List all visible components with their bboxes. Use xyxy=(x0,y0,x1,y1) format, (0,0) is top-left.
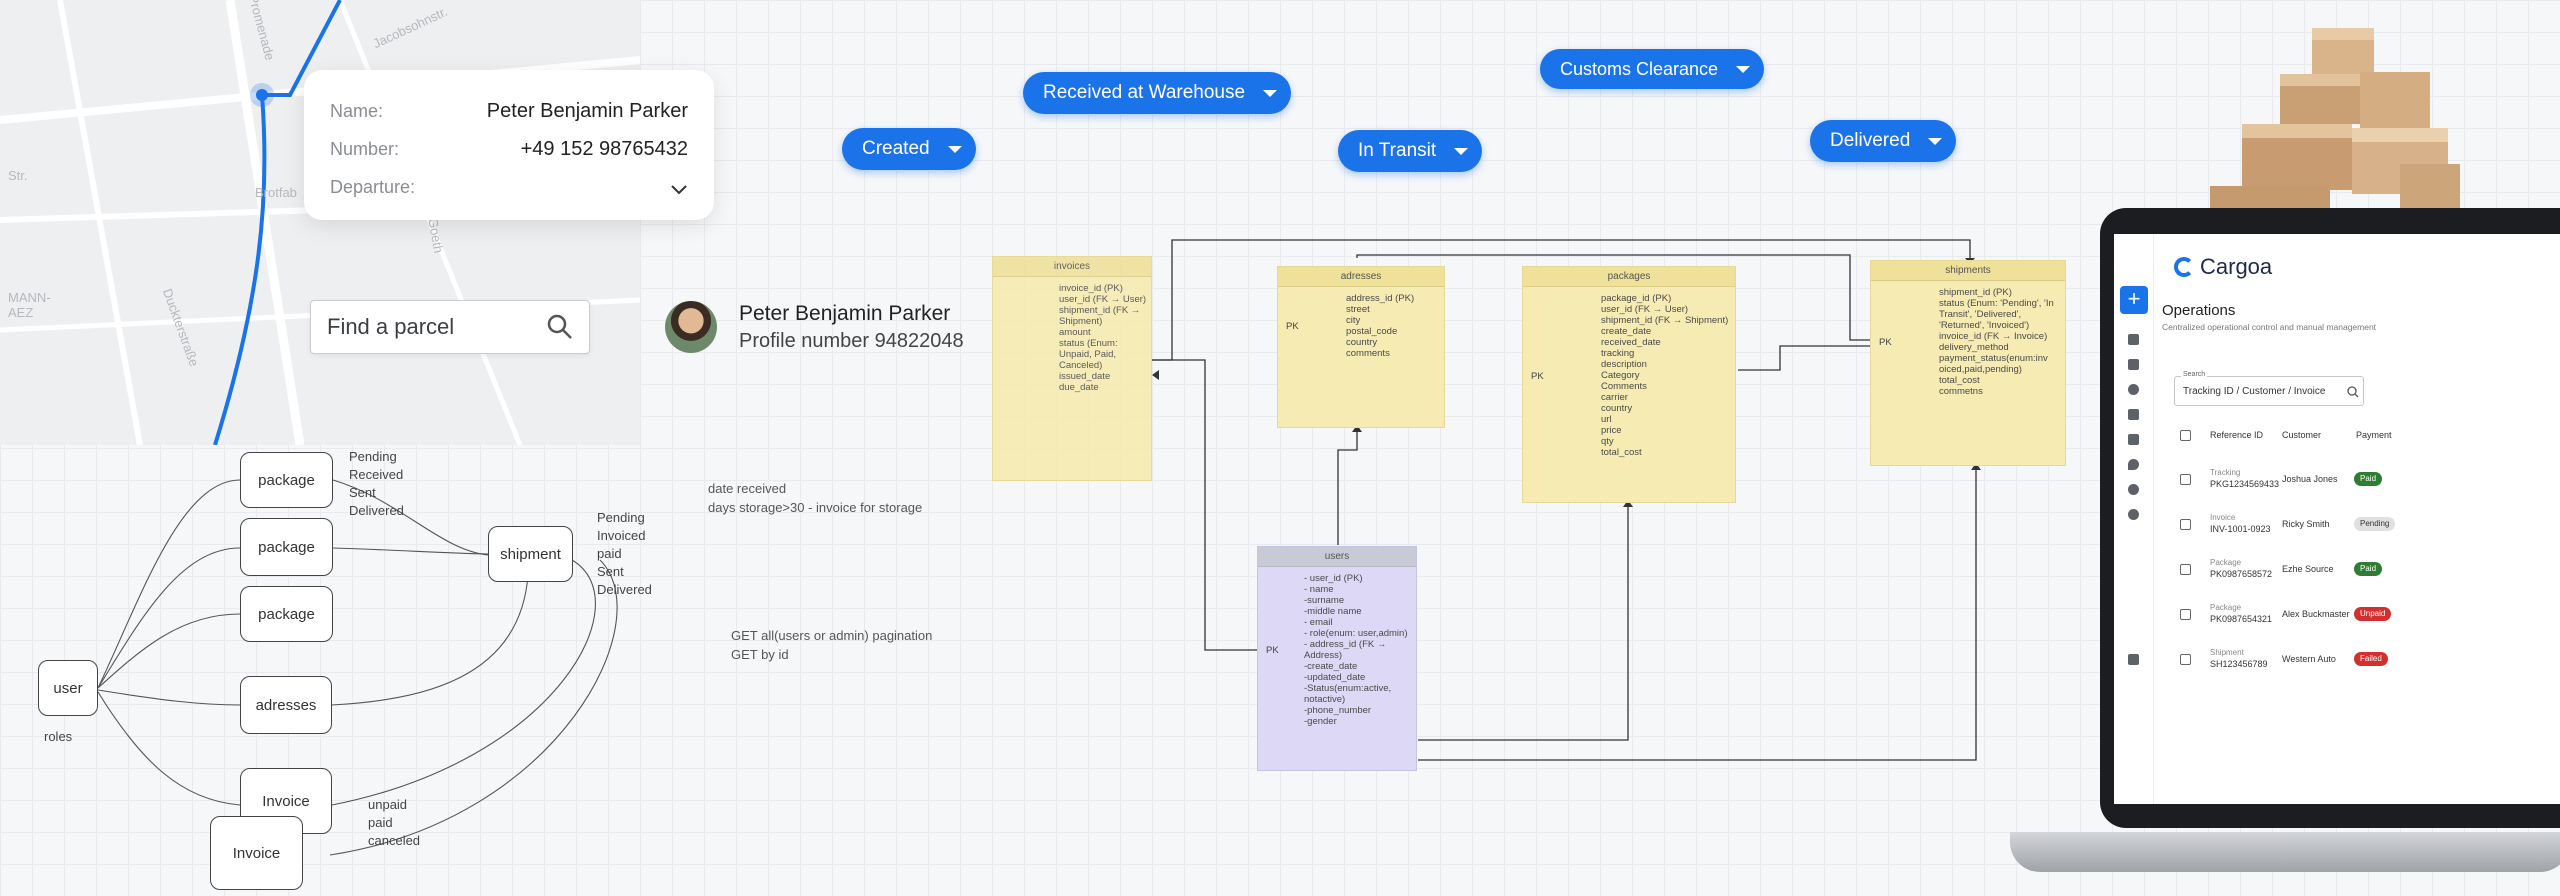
operations-search-input[interactable]: Search Tracking ID / Customer / Invoice xyxy=(2174,371,2364,406)
row-checkbox[interactable] xyxy=(2180,564,2191,575)
card-icon[interactable] xyxy=(2128,434,2139,445)
brand: Cargoa xyxy=(2174,254,2272,280)
app-sidebar: + xyxy=(2114,234,2154,804)
row-customer: Western Auto xyxy=(2282,654,2336,664)
group-icon[interactable] xyxy=(2128,484,2139,495)
row-type: Invoice xyxy=(2210,513,2236,522)
logout-icon[interactable] xyxy=(2128,654,2139,665)
status-badge: Paid xyxy=(2354,562,2383,576)
row-customer: Joshua Jones xyxy=(2282,474,2338,484)
row-checkbox[interactable] xyxy=(2180,609,2191,620)
status-badge: Pending xyxy=(2354,517,2396,531)
calendar-icon[interactable] xyxy=(2128,359,2139,370)
search-label: Search xyxy=(2181,371,2208,378)
location-icon[interactable] xyxy=(2128,459,2139,470)
status-badge: Paid xyxy=(2354,472,2383,486)
row-id: PK0987658572 xyxy=(2210,569,2273,579)
laptop: + Cargoa Operations Centralized operatio… xyxy=(2100,208,2560,828)
cargoa-logo-icon xyxy=(2174,257,2194,277)
row-type: Shipment xyxy=(2210,648,2244,657)
brand-name: Cargoa xyxy=(2200,254,2273,279)
row-id: PKG1234569433 xyxy=(2210,479,2280,489)
row-id: SH123456789 xyxy=(2210,659,2268,669)
page-title: Operations xyxy=(2162,302,2236,319)
home-icon[interactable] xyxy=(2128,334,2139,345)
col-header-ref: Reference ID xyxy=(2210,430,2264,440)
monitor-icon[interactable] xyxy=(2128,409,2139,420)
app-screen: + Cargoa Operations Centralized operatio… xyxy=(2114,234,2560,804)
canvas: Promenade Jacobsohnstr. Str. Brotfab Goe… xyxy=(0,0,2560,896)
row-type: Tracking xyxy=(2210,468,2241,477)
row-customer: Alex Buckmaster xyxy=(2282,609,2350,619)
row-customer: Ricky Smith xyxy=(2282,519,2330,529)
col-header-customer: Customer xyxy=(2282,430,2322,440)
laptop-base xyxy=(2010,832,2560,872)
check-circle-icon[interactable] xyxy=(2128,384,2139,395)
row-id: INV-1001-0923 xyxy=(2210,524,2271,534)
col-header-payment: Payment xyxy=(2356,430,2392,440)
status-badge: Unpaid xyxy=(2354,607,2392,621)
select-all-checkbox[interactable] xyxy=(2180,430,2191,441)
row-customer: Ezhe Source xyxy=(2282,564,2334,574)
row-id: PK0987654321 xyxy=(2210,614,2273,624)
search-icon[interactable] xyxy=(2347,386,2359,398)
row-checkbox[interactable] xyxy=(2180,519,2191,530)
row-checkbox[interactable] xyxy=(2180,654,2191,665)
person-icon[interactable] xyxy=(2128,509,2139,520)
row-type: Package xyxy=(2210,558,2242,567)
row-checkbox[interactable] xyxy=(2180,474,2191,485)
page-subtitle: Centralized operational control and manu… xyxy=(2162,322,2377,332)
status-badge: Failed xyxy=(2354,652,2388,666)
search-value: Tracking ID / Customer / Invoice xyxy=(2183,386,2326,397)
add-button[interactable]: + xyxy=(2120,286,2148,314)
row-type: Package xyxy=(2210,603,2242,612)
